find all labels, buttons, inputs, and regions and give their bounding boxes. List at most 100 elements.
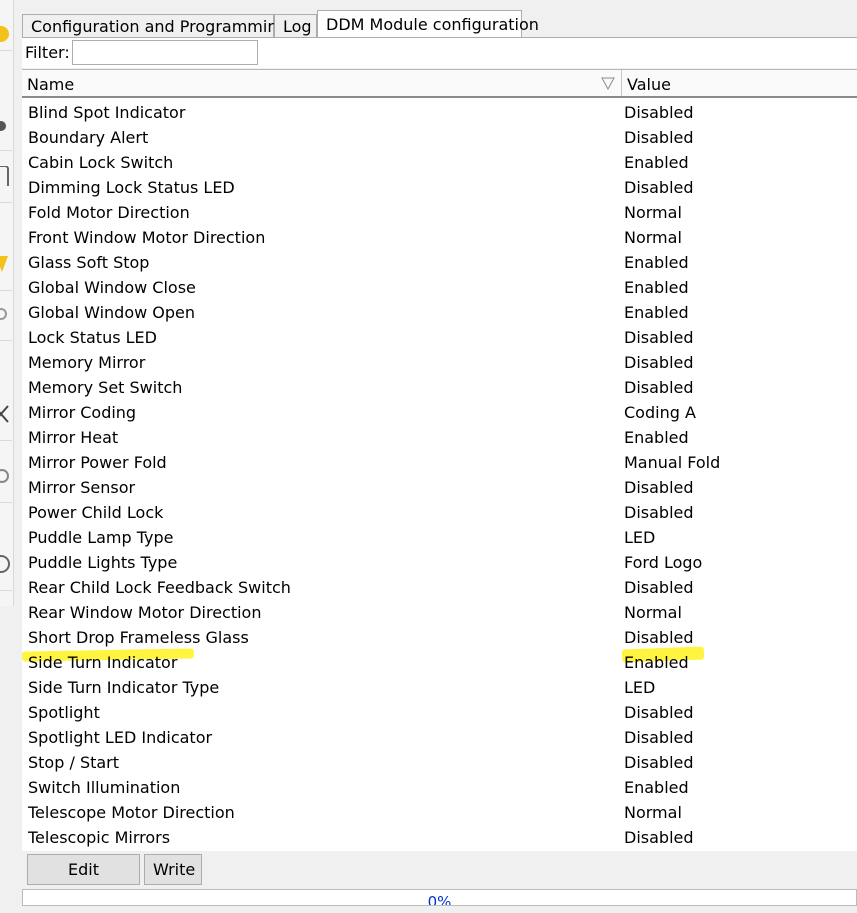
table-row[interactable]: Spotlight Disabled xyxy=(22,700,857,725)
row-value-cell: Disabled xyxy=(624,753,694,772)
row-name-cell: Stop / Start xyxy=(28,753,120,772)
table-row[interactable]: Rear Child Lock Feedback Switch Disabled xyxy=(22,575,857,600)
table-row[interactable]: Spotlight LED Indicator Disabled xyxy=(22,725,857,750)
row-name-cell: Front Window Motor Direction xyxy=(28,228,266,247)
row-value-cell: Disabled xyxy=(624,353,694,372)
spark-icon xyxy=(0,256,8,272)
table-row[interactable]: Puddle Lights Type Ford Logo xyxy=(22,550,857,575)
table-row[interactable]: Blind Spot Indicator Disabled xyxy=(22,100,857,125)
table-row[interactable]: Power Child Lock Disabled xyxy=(22,500,857,525)
device-icon xyxy=(0,166,9,186)
sort-triangle-icon xyxy=(601,77,615,90)
table-row[interactable]: Lock Status LED Disabled xyxy=(22,325,857,350)
row-value-cell: Ford Logo xyxy=(624,553,703,572)
row-name-cell: Side Turn Indicator Type xyxy=(28,678,220,697)
table-row[interactable]: Glass Soft Stop Enabled xyxy=(22,250,857,275)
filter-input[interactable] xyxy=(72,40,258,65)
toolbar-button-6[interactable] xyxy=(0,390,12,441)
toolbar-button-2[interactable] xyxy=(0,100,12,151)
column-header-value[interactable]: Value xyxy=(622,70,857,96)
row-name-cell: Mirror Sensor xyxy=(28,478,136,497)
row-name-cell: Memory Set Switch xyxy=(28,378,183,397)
row-value-cell: Enabled xyxy=(624,303,689,322)
table-row[interactable]: Stop / Start Disabled xyxy=(22,750,857,775)
row-value-cell: Coding A xyxy=(624,403,696,422)
row-name-cell: Spotlight xyxy=(28,703,100,722)
row-value-cell: Normal xyxy=(624,603,682,622)
tab-label: Configuration and Programming xyxy=(31,17,288,36)
table-header: Name Value xyxy=(22,70,857,98)
row-value-cell: Enabled xyxy=(624,778,689,797)
row-value-cell: Disabled xyxy=(624,728,694,747)
row-value-cell: Enabled xyxy=(624,153,689,172)
tab-label: Log xyxy=(283,17,312,36)
row-name-cell: Glass Soft Stop xyxy=(28,253,150,272)
table-row[interactable]: Mirror Coding Coding A xyxy=(22,400,857,425)
table-row[interactable]: Rear Window Motor Direction Normal xyxy=(22,600,857,625)
table-row[interactable]: Boundary Alert Disabled xyxy=(22,125,857,150)
table-body: Blind Spot Indicator Disabled Boundary Ale… xyxy=(22,100,857,850)
table-row[interactable]: Memory Mirror Disabled xyxy=(22,350,857,375)
row-name-cell: Puddle Lamp Type xyxy=(28,528,174,547)
write-button[interactable]: Write xyxy=(144,854,202,885)
row-name-cell: Dimming Lock Status LED xyxy=(28,178,235,197)
row-value-cell: Manual Fold xyxy=(624,453,721,472)
table-row[interactable]: Front Window Motor Direction Normal xyxy=(22,225,857,250)
row-value-cell: Disabled xyxy=(624,703,694,722)
table-row[interactable]: Short Drop Frameless Glass Disabled xyxy=(22,625,857,650)
toolbar-button-5[interactable] xyxy=(0,290,12,341)
toolbar-button-3[interactable] xyxy=(0,152,12,203)
row-name-cell: Telescope Motor Direction xyxy=(28,803,235,822)
row-value-cell: Enabled xyxy=(624,653,689,672)
column-header-label: Value xyxy=(627,75,671,94)
tab-configuration-and-programming[interactable]: Configuration and Programming xyxy=(22,14,288,37)
row-value-cell: Disabled xyxy=(624,378,694,397)
row-name-cell: Memory Mirror xyxy=(28,353,146,372)
gear-icon xyxy=(0,308,7,320)
table-row[interactable]: Global Window Open Enabled xyxy=(22,300,857,325)
table-row[interactable]: Dimming Lock Status LED Disabled xyxy=(22,175,857,200)
button-bar: Edit selected Write xyxy=(22,851,857,908)
toolbar-button-1[interactable] xyxy=(0,0,12,51)
table-row[interactable]: Puddle Lamp Type LED xyxy=(22,525,857,550)
row-value-cell: Normal xyxy=(624,803,682,822)
edit-selected-button[interactable]: Edit selected xyxy=(27,854,140,908)
row-value-cell: Enabled xyxy=(624,278,689,297)
toolbar-button-4[interactable] xyxy=(0,240,12,291)
table-row[interactable]: Side Turn Indicator Type LED xyxy=(22,675,857,700)
row-name-cell: Rear Child Lock Feedback Switch xyxy=(28,578,291,597)
table-row[interactable]: Telescopic Mirrors Disabled xyxy=(22,825,857,850)
row-name-cell: Spotlight LED Indicator xyxy=(28,728,213,747)
row-value-cell: Normal xyxy=(624,203,682,222)
tab-log[interactable]: Log xyxy=(274,14,317,37)
row-value-cell: LED xyxy=(624,528,656,547)
row-value-cell: Disabled xyxy=(624,103,694,122)
toolbar-button-8[interactable] xyxy=(0,540,12,591)
left-toolbar-strip xyxy=(0,0,14,606)
column-header-name[interactable]: Name xyxy=(22,70,622,96)
table-row[interactable]: Side Turn Indicator Enabled xyxy=(22,650,857,675)
row-name-cell: Short Drop Frameless Glass xyxy=(28,628,249,647)
table-row[interactable]: Switch Illumination Enabled xyxy=(22,775,857,800)
table-row[interactable]: Mirror Heat Enabled xyxy=(22,425,857,450)
table-row[interactable]: Mirror Sensor Disabled xyxy=(22,475,857,500)
row-name-cell: Blind Spot Indicator xyxy=(28,103,186,122)
table-row[interactable]: Telescope Motor Direction Normal xyxy=(22,800,857,825)
toolbar-button-7[interactable] xyxy=(0,452,12,503)
row-name-cell: Lock Status LED xyxy=(28,328,157,347)
row-name-cell: Mirror Heat xyxy=(28,428,119,447)
table-row[interactable]: Memory Set Switch Disabled xyxy=(22,375,857,400)
row-value-cell: Normal xyxy=(624,228,682,247)
tab-ddm-module-configuration[interactable]: DDM Module configuration xyxy=(317,10,539,39)
row-value-cell: Disabled xyxy=(624,328,694,347)
table-row[interactable]: Mirror Power Fold Manual Fold xyxy=(22,450,857,475)
row-value-cell: Disabled xyxy=(624,503,694,522)
row-name-cell: Mirror Power Fold xyxy=(28,453,167,472)
clock-icon xyxy=(0,555,10,573)
table-row[interactable]: Fold Motor Direction Normal xyxy=(22,200,857,225)
table-row[interactable]: Global Window Close Enabled xyxy=(22,275,857,300)
row-name-cell: Telescopic Mirrors xyxy=(28,828,171,847)
table-row[interactable]: Cabin Lock Switch Enabled xyxy=(22,150,857,175)
filter-bar: Filter: xyxy=(22,38,857,68)
row-name-cell: Puddle Lights Type xyxy=(28,553,178,572)
